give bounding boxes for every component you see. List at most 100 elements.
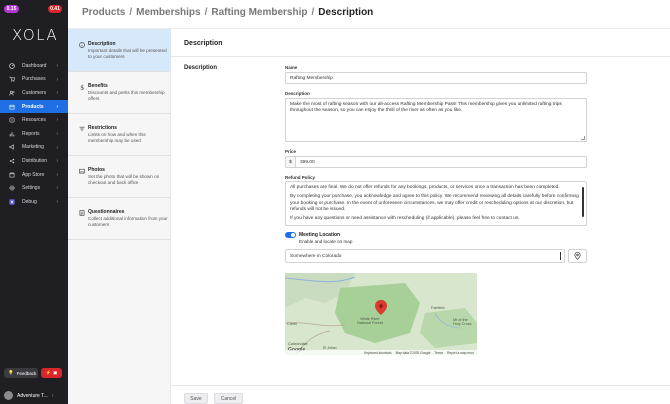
refund-policy-label: Refund Policy bbox=[285, 175, 316, 180]
breadcrumb-separator: / bbox=[129, 7, 133, 18]
dollar-icon: $ bbox=[80, 84, 84, 90]
x-icon bbox=[8, 198, 16, 206]
map-label-town: Mt of the Holy Cross bbox=[453, 318, 472, 326]
step-desc: Set the photo that will be shown on chec… bbox=[88, 174, 160, 185]
sidebar-item-label: Dashboard bbox=[22, 62, 47, 69]
chevron-right-icon: › bbox=[56, 198, 58, 205]
meeting-location-title: Meeting Location bbox=[299, 232, 341, 238]
meeting-location-toggle[interactable] bbox=[285, 232, 296, 238]
sidebar-item-dashboard[interactable]: Dashboard › bbox=[0, 59, 68, 73]
info-icon bbox=[79, 42, 85, 48]
keyboard-shortcuts-link[interactable]: Keyboard shortcuts bbox=[364, 351, 391, 355]
chevron-right-icon: › bbox=[56, 158, 58, 165]
account-name: Adventure T... bbox=[17, 392, 48, 399]
locate-button[interactable] bbox=[568, 249, 587, 263]
step-desc: Limits on how and when this membership m… bbox=[88, 132, 146, 143]
main-content: Description Description Name Rafting Mem… bbox=[171, 29, 670, 404]
sidebar-item-debug[interactable]: Debug › bbox=[0, 195, 68, 209]
sidebar-item-marketing[interactable]: Marketing › bbox=[0, 141, 68, 155]
breadcrumb-current: Description bbox=[318, 7, 374, 18]
chevron-right-icon: › bbox=[56, 130, 58, 137]
sidebar-item-settings[interactable]: Settings › bbox=[0, 181, 68, 195]
step-description[interactable]: Description Important details that will … bbox=[68, 29, 171, 71]
map-terrain bbox=[285, 273, 477, 355]
notification-badge[interactable]: 0.41 bbox=[48, 5, 62, 13]
terms-link[interactable]: Terms bbox=[434, 351, 443, 355]
breadcrumb-products[interactable]: Products bbox=[82, 7, 125, 18]
xola-logo[interactable]: XOLA bbox=[12, 26, 58, 44]
divider bbox=[171, 385, 670, 386]
version-badge: 0.15 bbox=[4, 5, 19, 13]
price-field[interactable]: $ 399.00 bbox=[285, 156, 587, 168]
refund-policy-p2: By completing your purchase, you acknowl… bbox=[290, 194, 579, 212]
location-input[interactable]: Somewhere in Colorado bbox=[285, 249, 565, 263]
lightbulb-icon: 💡 bbox=[8, 370, 14, 375]
sidebar-item-label: Resources bbox=[22, 117, 46, 124]
divider bbox=[68, 239, 171, 240]
chevron-right-icon: › bbox=[56, 63, 58, 69]
sidebar-item-label: Marketing bbox=[22, 144, 44, 151]
sidebar: 0.15 0.41 XOLA Dashboard › Purchases › C… bbox=[0, 0, 68, 404]
dashboard-icon bbox=[8, 62, 16, 70]
step-photos[interactable]: Photos Set the photo that will be shown … bbox=[68, 155, 171, 197]
page-header: Products / Memberships / Rafting Members… bbox=[68, 0, 670, 29]
map-footer: Keyboard shortcuts Map data ©2025 Google… bbox=[285, 350, 477, 355]
price-value: 399.00 bbox=[300, 160, 315, 165]
step-title: Photos bbox=[88, 167, 105, 173]
feedback-label: Feedback bbox=[16, 370, 37, 376]
sidebar-item-app-store[interactable]: App Store › bbox=[0, 168, 68, 182]
sidebar-item-products[interactable]: Products › bbox=[0, 99, 68, 114]
refund-policy-textarea[interactable]: All purchases are final. We do not offer… bbox=[285, 181, 587, 226]
map-label-town: Creek bbox=[287, 322, 298, 326]
chevron-right-icon: › bbox=[56, 76, 58, 83]
sidebar-item-reports[interactable]: Reports › bbox=[0, 127, 68, 141]
text-cursor bbox=[559, 252, 561, 260]
divider bbox=[171, 56, 670, 57]
resize-handle[interactable] bbox=[581, 136, 585, 140]
name-label: Name bbox=[285, 65, 298, 70]
live-status-button[interactable]: ⚡ ▣ bbox=[41, 368, 62, 378]
box-icon bbox=[8, 103, 16, 111]
step-questionnaires[interactable]: Questionnaires Collect additional inform… bbox=[68, 197, 171, 239]
sidebar-item-label: Products bbox=[22, 103, 44, 110]
filter-icon bbox=[79, 126, 85, 132]
name-field[interactable]: Rafting Membership bbox=[285, 72, 587, 84]
sidebar-item-label: Settings bbox=[22, 185, 41, 192]
users-icon bbox=[8, 89, 16, 97]
sidebar-item-label: Distribution bbox=[22, 157, 48, 164]
save-button[interactable]: Save bbox=[184, 393, 208, 404]
sidebar-item-label: Purchases bbox=[22, 76, 46, 83]
sidebar-item-resources[interactable]: Resources › bbox=[0, 113, 68, 127]
step-restrictions[interactable]: Restrictions Limits on how and when this… bbox=[68, 113, 171, 155]
step-benefits[interactable]: $ Benefits Discounts and perks this memb… bbox=[68, 71, 171, 113]
chevron-right-icon: › bbox=[56, 144, 58, 151]
svg-text:$: $ bbox=[80, 84, 84, 90]
cancel-button[interactable]: Cancel bbox=[214, 393, 243, 404]
cart-icon bbox=[8, 75, 16, 83]
step-desc: Important details that will be presented… bbox=[88, 48, 167, 59]
bolt-icon: ⚡ bbox=[45, 370, 52, 375]
chart-icon bbox=[8, 130, 16, 138]
sidebar-item-label: App Store bbox=[22, 171, 45, 178]
sidebar-item-label: Customers bbox=[22, 89, 47, 96]
feedback-button[interactable]: 💡 Feedback bbox=[4, 368, 38, 378]
location-value: Somewhere in Colorado bbox=[290, 254, 342, 259]
sidebar-nav: Dashboard › Purchases › Customers › Prod… bbox=[0, 59, 68, 209]
resources-icon bbox=[8, 116, 16, 124]
gear-icon bbox=[8, 184, 16, 192]
sidebar-item-customers[interactable]: Customers › bbox=[0, 86, 68, 100]
subsection-title: Description bbox=[184, 65, 218, 71]
breadcrumb-memberships[interactable]: Memberships bbox=[136, 7, 200, 18]
description-textarea[interactable]: Make the most of rafting season with our… bbox=[285, 98, 587, 142]
breadcrumb-rafting-membership[interactable]: Rafting Membership bbox=[211, 7, 307, 18]
refund-policy-p1: All purchases are final. We do not offer… bbox=[290, 185, 560, 190]
location-map[interactable]: White River National Forest Fairfield Mt… bbox=[285, 273, 477, 355]
report-error-link[interactable]: Report a map error bbox=[447, 351, 474, 355]
step-desc: Collect additional information from your… bbox=[88, 216, 168, 227]
sidebar-item-purchases[interactable]: Purchases › bbox=[0, 73, 68, 87]
sidebar-item-distribution[interactable]: Distribution › bbox=[0, 154, 68, 168]
meeting-location-desc: Enable and locate on map bbox=[299, 239, 353, 244]
scrollbar[interactable] bbox=[582, 187, 584, 217]
account-switcher[interactable]: Adventure T... › bbox=[4, 391, 53, 400]
sidebar-item-label: Reports bbox=[22, 130, 40, 137]
